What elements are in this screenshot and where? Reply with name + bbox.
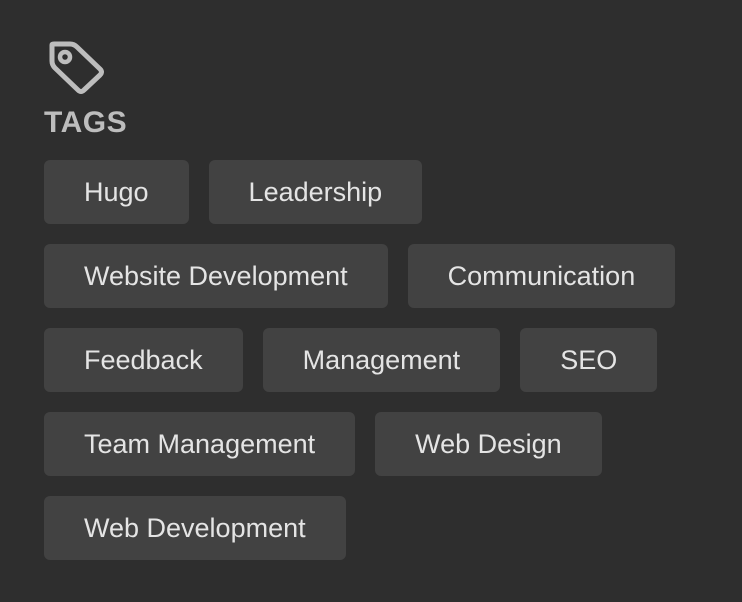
tag-website-development[interactable]: Website Development xyxy=(44,244,388,308)
tag-team-management[interactable]: Team Management xyxy=(44,412,356,476)
tag-web-design[interactable]: Web Design xyxy=(375,412,602,476)
tags-heading: TAGS xyxy=(44,106,128,139)
tag-management[interactable]: Management xyxy=(262,328,501,392)
tag-hugo[interactable]: Hugo xyxy=(44,160,189,224)
tags-widget: TAGS Hugo Leadership Website Development… xyxy=(44,38,704,560)
tag-seo[interactable]: SEO xyxy=(520,328,658,392)
tag-list: Hugo Leadership Website Development Comm… xyxy=(44,160,704,560)
tag-feedback[interactable]: Feedback xyxy=(44,328,243,392)
tag-communication[interactable]: Communication xyxy=(407,244,676,308)
tag-icon xyxy=(49,41,104,94)
tag-leadership[interactable]: Leadership xyxy=(208,160,423,224)
tag-web-development[interactable]: Web Development xyxy=(44,496,346,560)
